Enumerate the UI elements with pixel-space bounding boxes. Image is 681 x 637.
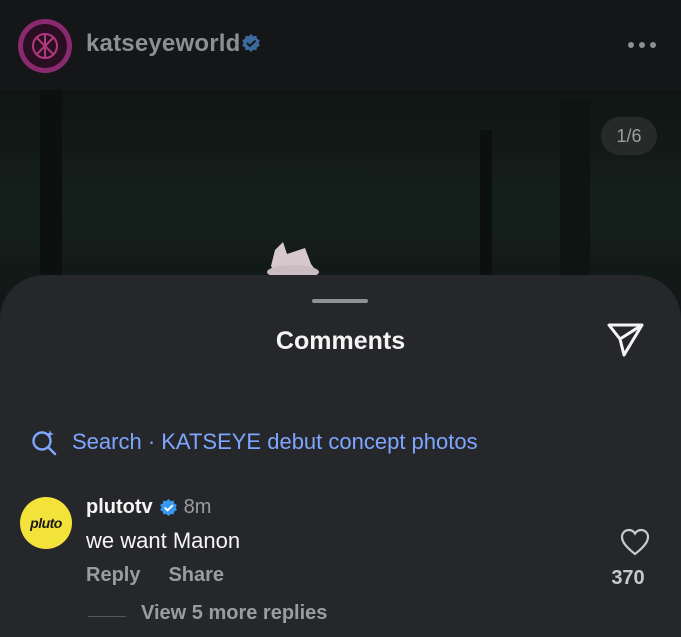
search-sparkle-icon bbox=[32, 430, 57, 456]
replies-divider bbox=[88, 616, 126, 617]
katseye-logo-icon bbox=[23, 24, 67, 68]
post-photo[interactable] bbox=[0, 90, 681, 290]
share-button[interactable]: Share bbox=[168, 564, 224, 587]
heart-outline-icon[interactable] bbox=[620, 528, 650, 556]
more-horizontal-icon[interactable] bbox=[628, 38, 660, 52]
view-more-replies-button[interactable]: View 5 more replies bbox=[141, 602, 327, 625]
profile-avatar[interactable] bbox=[18, 19, 72, 73]
comment-time: 8m bbox=[183, 496, 212, 518]
photo-counter: 1/6 bbox=[601, 117, 657, 155]
reply-button[interactable]: Reply bbox=[86, 564, 140, 587]
comments-title: Comments bbox=[275, 327, 406, 355]
verified-badge-icon bbox=[159, 498, 177, 517]
verified-badge-icon bbox=[242, 34, 260, 52]
comment-text: we want Manon bbox=[86, 528, 241, 553]
comment-actions: Reply Share bbox=[86, 564, 224, 587]
post-username[interactable]: katseyeworld bbox=[86, 30, 240, 58]
search-suggestion[interactable]: Search · KATSEYE debut concept photos bbox=[30, 427, 478, 457]
search-suggestion-label[interactable]: Search · KATSEYE debut concept photos bbox=[72, 429, 478, 455]
like-count: 370 bbox=[611, 567, 645, 589]
comment-header: plutotv 8m bbox=[86, 496, 211, 519]
send-paper-plane-icon[interactable] bbox=[604, 319, 646, 359]
sheet-drag-handle[interactable] bbox=[312, 299, 368, 303]
post-header: katseyeworld bbox=[0, 0, 681, 90]
comment-username[interactable]: plutotv bbox=[86, 496, 153, 519]
pluto-logo-text: pluto bbox=[30, 515, 62, 531]
comments-sheet: Comments Search · KATSEYE debut concept … bbox=[0, 275, 681, 637]
commenter-avatar[interactable]: pluto bbox=[20, 497, 72, 549]
comment-item: pluto plutotv 8m we want Manon Reply Sha… bbox=[0, 492, 681, 632]
